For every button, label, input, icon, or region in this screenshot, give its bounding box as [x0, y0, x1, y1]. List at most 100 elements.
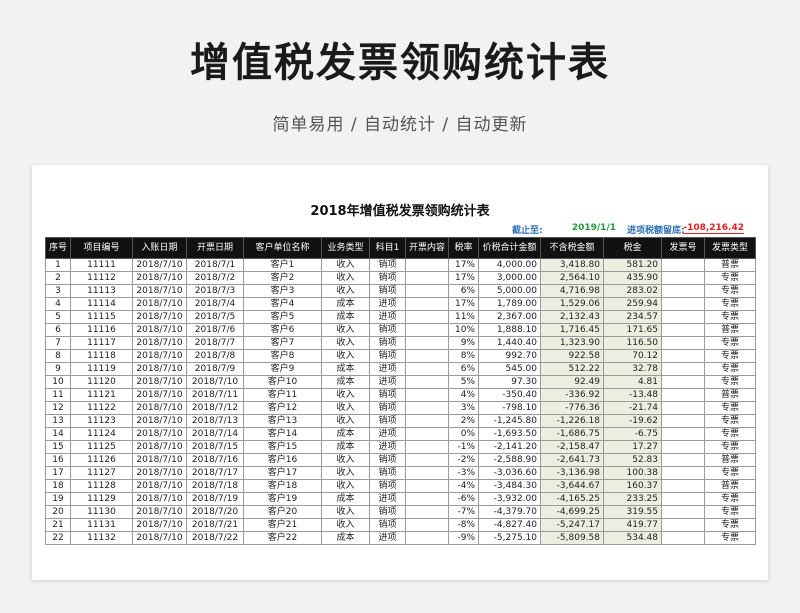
cell-tax[interactable]: 100.38: [603, 466, 662, 480]
cell-customer[interactable]: 客户1: [243, 258, 322, 272]
cell-tax[interactable]: -6.75: [603, 427, 662, 441]
cell-invoice-no[interactable]: [661, 531, 705, 545]
cell-net-amount[interactable]: 922.58: [540, 349, 604, 363]
cell-project-no[interactable]: 11132: [70, 531, 133, 545]
cell-tax-rate[interactable]: 6%: [448, 362, 479, 376]
cell-invoice-type[interactable]: 专票: [704, 284, 756, 298]
cell-invoice-date[interactable]: 2018/7/1: [186, 258, 244, 272]
cell-entry-date[interactable]: 2018/7/10: [132, 310, 187, 324]
cell-customer[interactable]: 客户10: [243, 375, 322, 389]
cell-subject[interactable]: 销项: [369, 336, 406, 350]
cell-net-amount[interactable]: 3,418.80: [540, 258, 604, 272]
cell-tax-rate[interactable]: 10%: [448, 323, 479, 337]
cell-invoice-date[interactable]: 2018/7/16: [186, 453, 244, 467]
cell-invoice-no[interactable]: [661, 388, 705, 402]
cell-total-amount[interactable]: -2,588.90: [478, 453, 541, 467]
cell-invoice-type[interactable]: 专票: [704, 518, 756, 532]
cell-seq[interactable]: 11: [45, 388, 71, 402]
cell-business-type[interactable]: 成本: [321, 440, 370, 454]
cell-invoice-content[interactable]: [405, 505, 449, 519]
cell-entry-date[interactable]: 2018/7/10: [132, 518, 187, 532]
cell-business-type[interactable]: 收入: [321, 414, 370, 428]
cell-subject[interactable]: 销项: [369, 323, 406, 337]
cell-project-no[interactable]: 11119: [70, 362, 133, 376]
cell-invoice-no[interactable]: [661, 414, 705, 428]
cell-entry-date[interactable]: 2018/7/10: [132, 271, 187, 285]
cell-business-type[interactable]: 收入: [321, 388, 370, 402]
cell-business-type[interactable]: 收入: [321, 505, 370, 519]
cell-net-amount[interactable]: -3,136.98: [540, 466, 604, 480]
cell-tax-rate[interactable]: 11%: [448, 310, 479, 324]
cell-net-amount[interactable]: -5,247.17: [540, 518, 604, 532]
cell-invoice-content[interactable]: [405, 258, 449, 272]
cell-invoice-content[interactable]: [405, 310, 449, 324]
cell-invoice-type[interactable]: 专票: [704, 466, 756, 480]
cell-net-amount[interactable]: -1,686.75: [540, 427, 604, 441]
cell-invoice-type[interactable]: 专票: [704, 505, 756, 519]
cell-invoice-type[interactable]: 专票: [704, 310, 756, 324]
cell-invoice-no[interactable]: [661, 323, 705, 337]
cell-invoice-date[interactable]: 2018/7/5: [186, 310, 244, 324]
cell-entry-date[interactable]: 2018/7/10: [132, 505, 187, 519]
cell-net-amount[interactable]: 1,529.06: [540, 297, 604, 311]
cell-invoice-type[interactable]: 专票: [704, 349, 756, 363]
cell-total-amount[interactable]: 3,000.00: [478, 271, 541, 285]
cell-invoice-type[interactable]: 专票: [704, 271, 756, 285]
cell-seq[interactable]: 18: [45, 479, 71, 493]
cell-invoice-date[interactable]: 2018/7/22: [186, 531, 244, 545]
cell-invoice-date[interactable]: 2018/7/6: [186, 323, 244, 337]
cell-customer[interactable]: 客户8: [243, 349, 322, 363]
cell-seq[interactable]: 10: [45, 375, 71, 389]
cell-entry-date[interactable]: 2018/7/10: [132, 440, 187, 454]
cell-invoice-date[interactable]: 2018/7/14: [186, 427, 244, 441]
cell-project-no[interactable]: 11117: [70, 336, 133, 350]
cell-customer[interactable]: 客户18: [243, 479, 322, 493]
cell-invoice-content[interactable]: [405, 440, 449, 454]
cell-net-amount[interactable]: -1,226.18: [540, 414, 604, 428]
cell-invoice-content[interactable]: [405, 518, 449, 532]
cell-total-amount[interactable]: -5,275.10: [478, 531, 541, 545]
cell-seq[interactable]: 15: [45, 440, 71, 454]
cell-invoice-content[interactable]: [405, 453, 449, 467]
cell-entry-date[interactable]: 2018/7/10: [132, 479, 187, 493]
cell-seq[interactable]: 20: [45, 505, 71, 519]
cell-project-no[interactable]: 11123: [70, 414, 133, 428]
cell-total-amount[interactable]: -3,484.30: [478, 479, 541, 493]
cell-total-amount[interactable]: 992.70: [478, 349, 541, 363]
cell-seq[interactable]: 9: [45, 362, 71, 376]
cell-project-no[interactable]: 11125: [70, 440, 133, 454]
cell-invoice-content[interactable]: [405, 479, 449, 493]
cell-invoice-date[interactable]: 2018/7/17: [186, 466, 244, 480]
cell-business-type[interactable]: 收入: [321, 479, 370, 493]
cell-invoice-content[interactable]: [405, 349, 449, 363]
cell-tax[interactable]: 283.02: [603, 284, 662, 298]
cell-invoice-date[interactable]: 2018/7/13: [186, 414, 244, 428]
cell-business-type[interactable]: 成本: [321, 427, 370, 441]
cell-total-amount[interactable]: 1,789.00: [478, 297, 541, 311]
cell-total-amount[interactable]: -2,141.20: [478, 440, 541, 454]
cell-tax-rate[interactable]: 17%: [448, 258, 479, 272]
cell-seq[interactable]: 7: [45, 336, 71, 350]
cell-invoice-type[interactable]: 专票: [704, 375, 756, 389]
cell-invoice-type[interactable]: 专票: [704, 531, 756, 545]
cell-total-amount[interactable]: 97.30: [478, 375, 541, 389]
cell-invoice-type[interactable]: 专票: [704, 297, 756, 311]
cell-tax-rate[interactable]: 17%: [448, 297, 479, 311]
cell-seq[interactable]: 12: [45, 401, 71, 415]
cell-tax-rate[interactable]: 8%: [448, 349, 479, 363]
cell-invoice-content[interactable]: [405, 271, 449, 285]
cell-invoice-no[interactable]: [661, 505, 705, 519]
cell-business-type[interactable]: 成本: [321, 362, 370, 376]
cell-tax-rate[interactable]: 6%: [448, 284, 479, 298]
cell-invoice-content[interactable]: [405, 388, 449, 402]
cell-subject[interactable]: 销项: [369, 518, 406, 532]
cell-tax[interactable]: 233.25: [603, 492, 662, 506]
cell-invoice-no[interactable]: [661, 401, 705, 415]
cell-invoice-no[interactable]: [661, 271, 705, 285]
cell-entry-date[interactable]: 2018/7/10: [132, 453, 187, 467]
cell-invoice-date[interactable]: 2018/7/7: [186, 336, 244, 350]
cell-business-type[interactable]: 收入: [321, 466, 370, 480]
cell-tax[interactable]: 160.37: [603, 479, 662, 493]
cell-project-no[interactable]: 11120: [70, 375, 133, 389]
cell-net-amount[interactable]: -4,699.25: [540, 505, 604, 519]
